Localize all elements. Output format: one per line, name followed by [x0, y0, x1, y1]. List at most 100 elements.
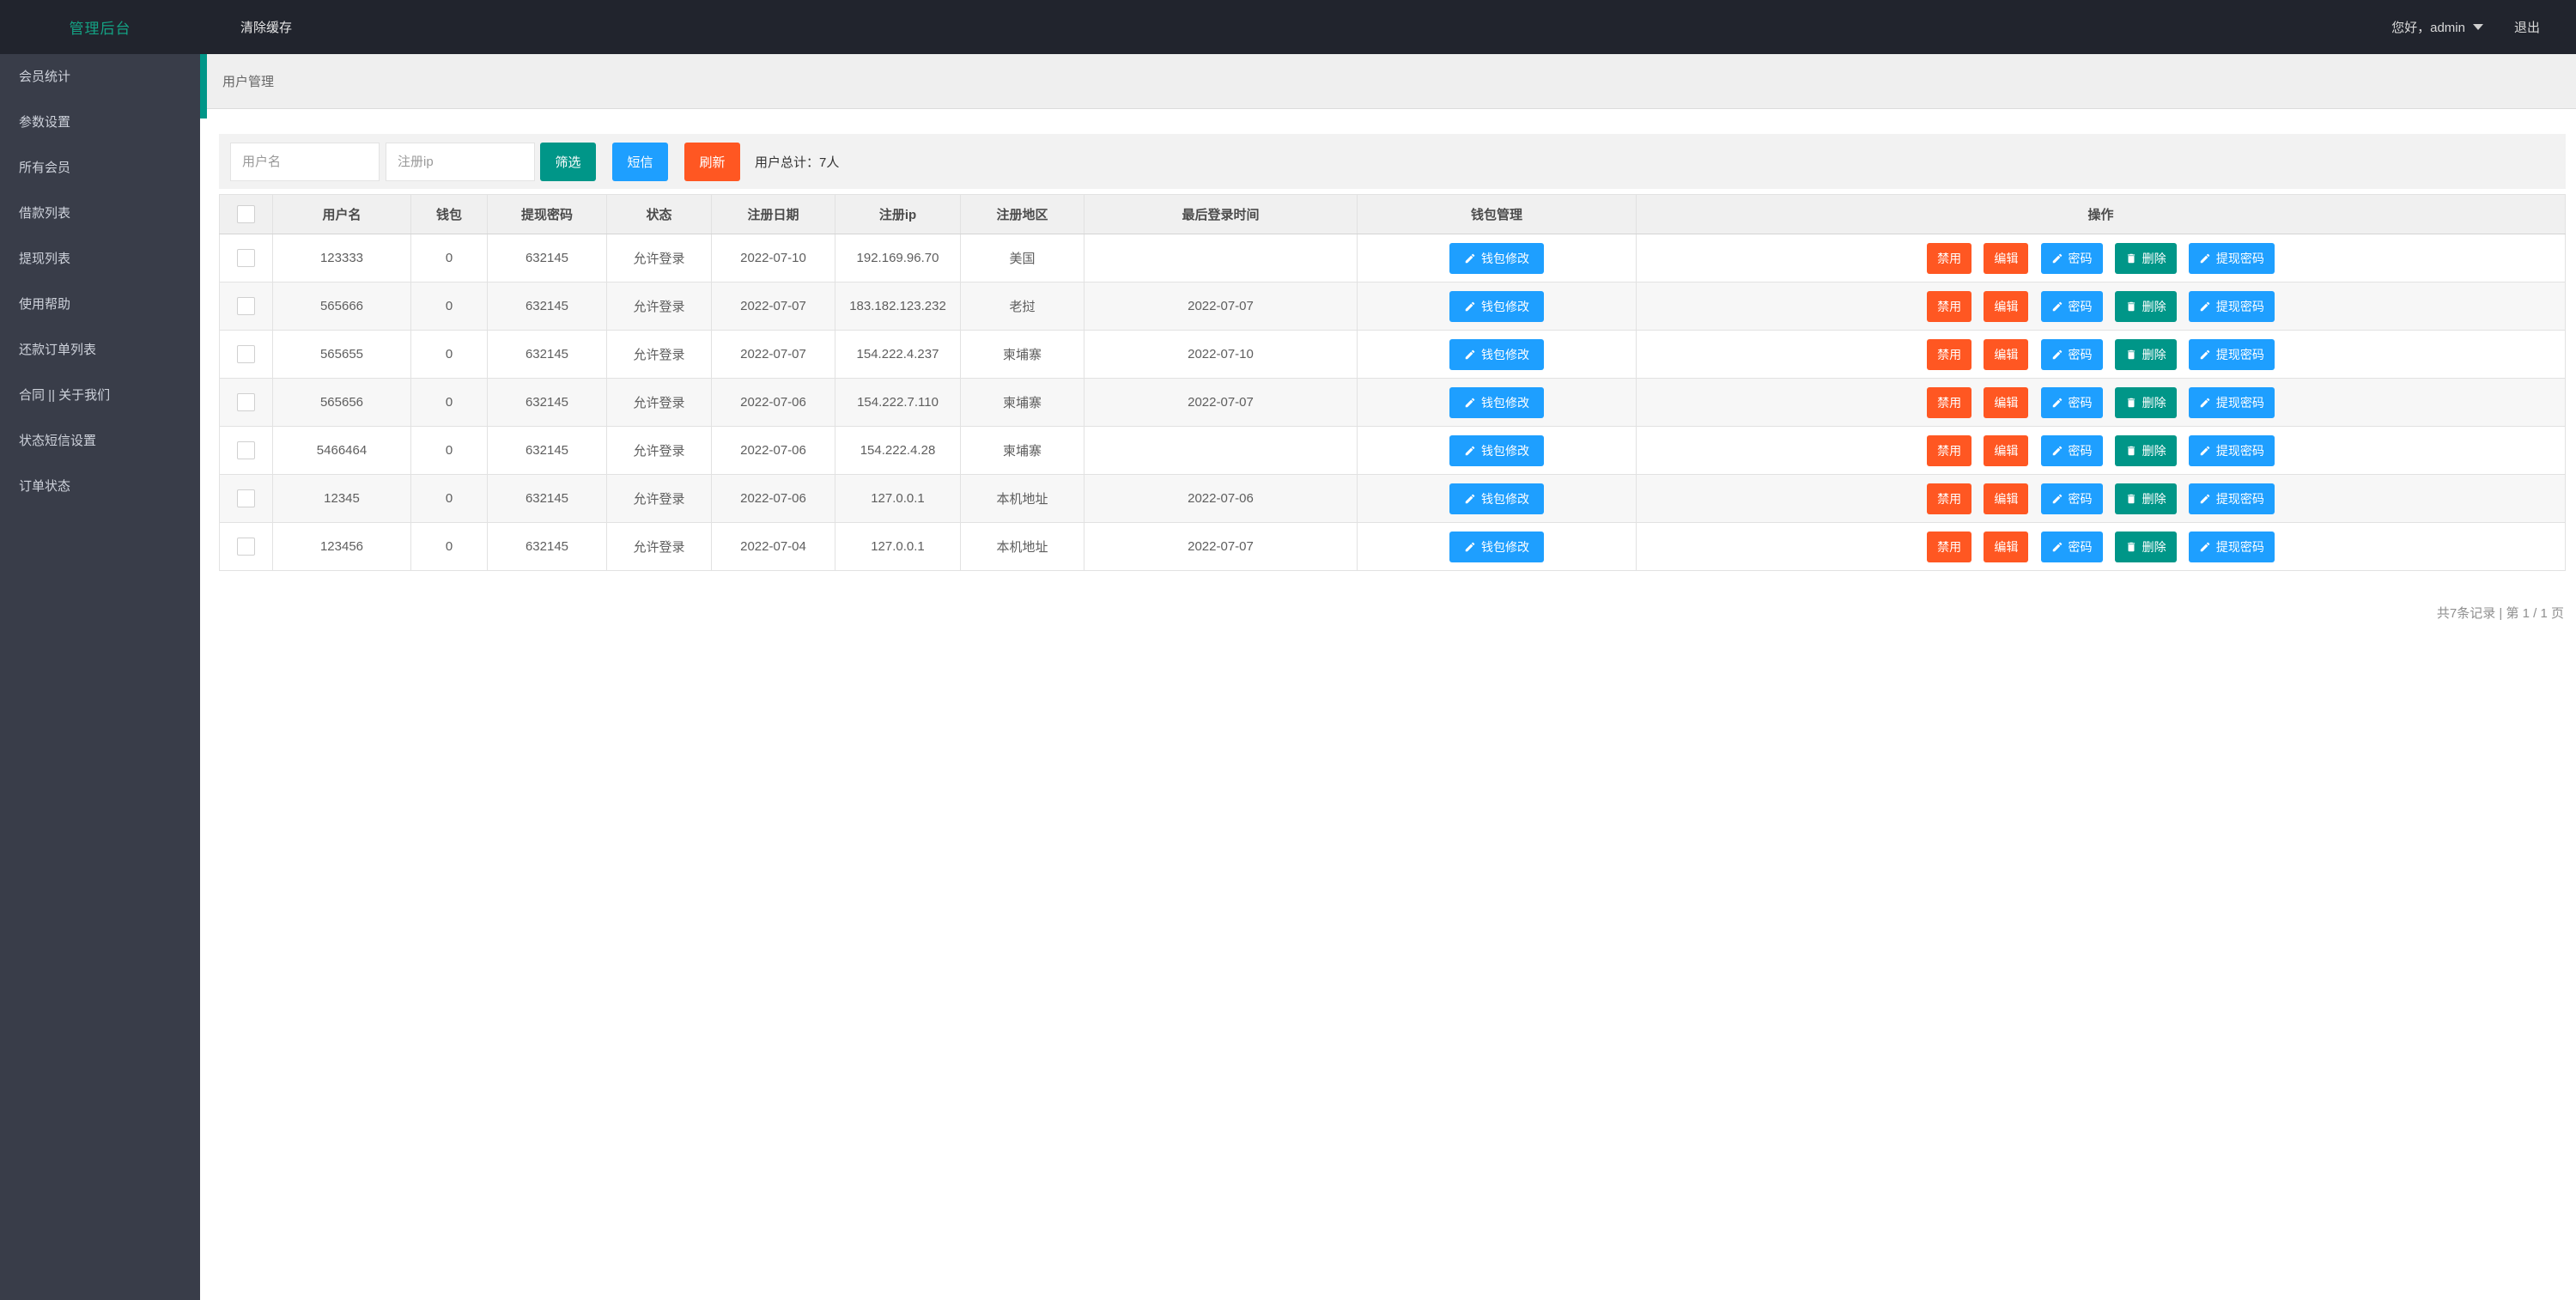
sms-button[interactable]: 短信 — [612, 142, 668, 181]
sidebar-item-7[interactable]: 合同 || 关于我们 — [0, 373, 200, 418]
sidebar-item-1[interactable]: 参数设置 — [0, 100, 200, 145]
delete-button[interactable]: 删除 — [2114, 338, 2177, 370]
sidebar-item-2[interactable]: 所有会员 — [0, 145, 200, 191]
edit-button[interactable]: 编辑 — [1984, 386, 2029, 418]
disable-button[interactable]: 禁用 — [1927, 338, 1972, 370]
delete-button[interactable]: 删除 — [2114, 483, 2177, 514]
trash-icon — [2127, 446, 2135, 455]
main-area: 用户管理 筛选 短信 刷新 用户总计：7人 用户名钱包提现密码状态注册日期注册i… — [200, 54, 2576, 1300]
sidebar-item-4[interactable]: 提现列表 — [0, 236, 200, 282]
register-ip-input[interactable] — [386, 142, 535, 181]
password-button[interactable]: 密码 — [2040, 290, 2103, 322]
tab-user-management[interactable]: 用户管理 — [222, 72, 274, 90]
pencil-icon — [2052, 398, 2062, 407]
cell-register-region: 柬埔寨 — [960, 426, 1084, 475]
wallet-edit-button[interactable]: 钱包修改 — [1449, 338, 1544, 370]
disable-button[interactable]: 禁用 — [1927, 483, 1972, 514]
column-header: 钱包 — [410, 194, 488, 234]
row-checkbox[interactable] — [237, 297, 255, 315]
disable-button[interactable]: 禁用 — [1927, 386, 1972, 418]
wallet-edit-button[interactable]: 钱包修改 — [1449, 386, 1544, 418]
password-button[interactable]: 密码 — [2040, 434, 2103, 466]
refresh-button[interactable]: 刷新 — [684, 142, 740, 181]
password-label: 密码 — [2068, 491, 2093, 506]
wallet-edit-button[interactable]: 钱包修改 — [1449, 290, 1544, 322]
sidebar-item-label: 借款列表 — [19, 206, 71, 221]
row-checkbox[interactable] — [237, 393, 255, 411]
withdraw-password-button[interactable]: 提现密码 — [2188, 242, 2275, 274]
sidebar-item-3[interactable]: 借款列表 — [0, 191, 200, 236]
wallet-edit-button[interactable]: 钱包修改 — [1449, 242, 1544, 274]
sidebar-item-5[interactable]: 使用帮助 — [0, 282, 200, 327]
pencil-icon — [2052, 446, 2062, 455]
sidebar-item-8[interactable]: 状态短信设置 — [0, 418, 200, 464]
app-title[interactable]: 管理后台 — [0, 16, 200, 38]
delete-button[interactable]: 删除 — [2114, 242, 2177, 274]
filter-button[interactable]: 筛选 — [540, 142, 596, 181]
withdraw-password-label: 提现密码 — [2215, 491, 2264, 506]
disable-button[interactable]: 禁用 — [1927, 531, 1972, 562]
password-button[interactable]: 密码 — [2040, 483, 2103, 514]
withdraw-password-button[interactable]: 提现密码 — [2188, 290, 2275, 322]
delete-button[interactable]: 删除 — [2114, 386, 2177, 418]
row-checkbox[interactable] — [237, 489, 255, 507]
select-all-cell — [219, 194, 273, 234]
withdraw-password-button[interactable]: 提现密码 — [2188, 338, 2275, 370]
password-button[interactable]: 密码 — [2040, 242, 2103, 274]
sidebar-item-9[interactable]: 订单状态 — [0, 464, 200, 509]
row-checkbox[interactable] — [237, 345, 255, 363]
withdraw-password-button[interactable]: 提现密码 — [2188, 531, 2275, 562]
table-row: 12345 0 632145 允许登录 2022-07-06 127.0.0.1… — [219, 474, 2566, 523]
table-row: 123456 0 632145 允许登录 2022-07-04 127.0.0.… — [219, 522, 2566, 571]
delete-button[interactable]: 删除 — [2114, 434, 2177, 466]
cell-withdraw-password: 632145 — [487, 426, 607, 475]
sidebar-item-label: 使用帮助 — [19, 297, 71, 312]
delete-button[interactable]: 删除 — [2114, 290, 2177, 322]
cell-withdraw-password: 632145 — [487, 282, 607, 331]
disable-button[interactable]: 禁用 — [1927, 242, 1972, 274]
withdraw-password-button[interactable]: 提现密码 — [2188, 483, 2275, 514]
pencil-icon — [2052, 253, 2062, 263]
row-checkbox[interactable] — [237, 249, 255, 267]
delete-button[interactable]: 删除 — [2114, 531, 2177, 562]
delete-label: 删除 — [2142, 347, 2166, 361]
withdraw-password-button[interactable]: 提现密码 — [2188, 434, 2275, 466]
cell-wallet-management: 钱包修改 — [1357, 474, 1637, 523]
password-label: 密码 — [2068, 251, 2093, 265]
cell-last-login: 2022-07-06 — [1084, 474, 1358, 523]
wallet-edit-button[interactable]: 钱包修改 — [1449, 434, 1544, 466]
user-menu[interactable]: 您好，admin — [2391, 18, 2483, 36]
cell-last-login — [1084, 234, 1358, 282]
edit-button[interactable]: 编辑 — [1984, 531, 2029, 562]
select-all-checkbox[interactable] — [237, 205, 255, 223]
logout-button[interactable]: 退出 — [2514, 18, 2540, 36]
withdraw-password-label: 提现密码 — [2215, 299, 2264, 313]
edit-button[interactable]: 编辑 — [1984, 434, 2029, 466]
edit-button[interactable]: 编辑 — [1984, 242, 2029, 274]
password-button[interactable]: 密码 — [2040, 531, 2103, 562]
withdraw-password-button[interactable]: 提现密码 — [2188, 386, 2275, 418]
cell-wallet: 0 — [410, 426, 488, 475]
wallet-edit-button[interactable]: 钱包修改 — [1449, 483, 1544, 514]
password-button[interactable]: 密码 — [2040, 338, 2103, 370]
edit-button[interactable]: 编辑 — [1984, 290, 2029, 322]
edit-button[interactable]: 编辑 — [1984, 338, 2029, 370]
edit-button[interactable]: 编辑 — [1984, 483, 2029, 514]
sidebar-item-0[interactable]: 会员统计 — [0, 54, 200, 100]
disable-button[interactable]: 禁用 — [1927, 290, 1972, 322]
wallet-edit-button[interactable]: 钱包修改 — [1449, 531, 1544, 562]
clear-cache-button[interactable]: 清除缓存 — [240, 18, 292, 36]
trash-icon — [2127, 301, 2135, 311]
pagination-summary: 共7条记录 | 第 1 / 1 页 — [2436, 606, 2564, 621]
cell-wallet: 0 — [410, 282, 488, 331]
disable-button[interactable]: 禁用 — [1927, 434, 1972, 466]
checkbox-cell — [219, 522, 273, 571]
username-input[interactable] — [230, 142, 380, 181]
row-checkbox[interactable] — [237, 441, 255, 459]
row-checkbox[interactable] — [237, 538, 255, 556]
password-button[interactable]: 密码 — [2040, 386, 2103, 418]
checkbox-cell — [219, 426, 273, 475]
greeting-text: 您好，admin — [2391, 21, 2465, 35]
sidebar-item-6[interactable]: 还款订单列表 — [0, 327, 200, 373]
cell-last-login: 2022-07-10 — [1084, 330, 1358, 379]
